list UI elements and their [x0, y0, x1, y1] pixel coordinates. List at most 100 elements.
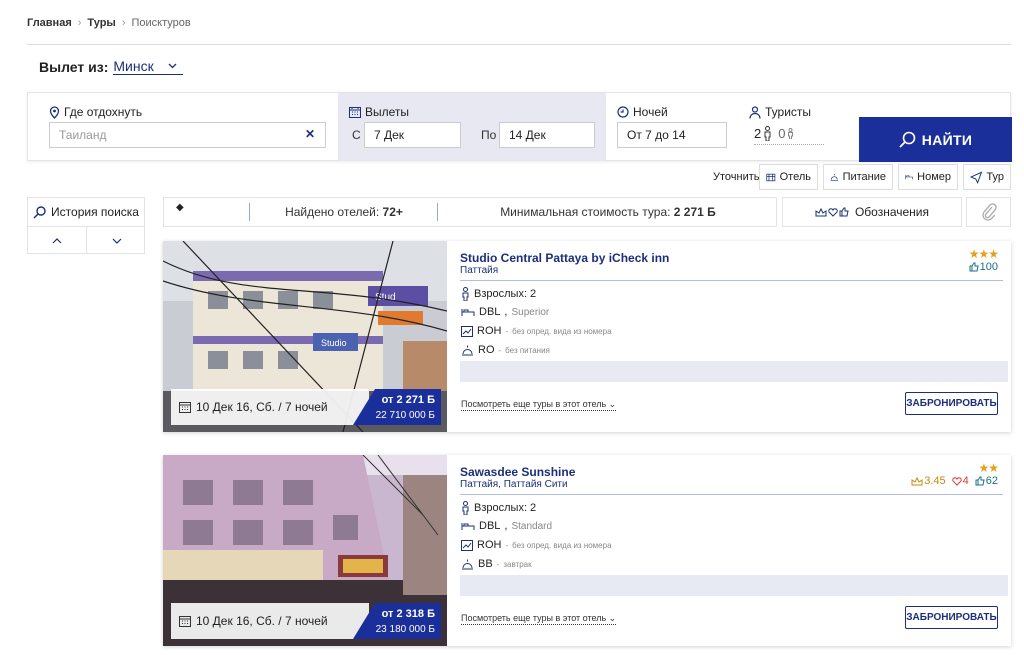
- hotel-location: Паттайя: [460, 265, 499, 276]
- chevron-right-icon: ›: [121, 17, 126, 29]
- refine-food-button[interactable]: Питание: [823, 164, 893, 190]
- more-tours-link[interactable]: Посмотреть еще туры в этот отель ⌄: [461, 399, 617, 411]
- bed-icon: [461, 523, 475, 530]
- find-label: НАЙТИ: [921, 131, 973, 148]
- search-icon: [33, 205, 46, 219]
- date-to-label: По: [481, 128, 497, 142]
- book-button[interactable]: ЗАБРОНИРОВАТЬ: [905, 392, 998, 415]
- view-note: без опред. вида из номера: [512, 540, 612, 550]
- date-from-value: 7 Дек: [374, 128, 405, 142]
- hotel-card: 10 Дек 16, Сб. / 7 ночей от 2 318 Б 23 1…: [163, 455, 1011, 646]
- stripe: [460, 575, 1008, 596]
- search-history-button[interactable]: История поиска: [28, 198, 144, 227]
- legend-button[interactable]: Обозначения: [782, 197, 962, 227]
- meal-note: без питания: [505, 345, 550, 355]
- hotel-photo[interactable]: 10 Дек 16, Сб. / 7 ночей от 2 318 Б 23 1…: [163, 455, 447, 646]
- clock-icon: [617, 106, 629, 118]
- meal-row: BB - завтрак: [461, 558, 532, 570]
- room-row: DBL, Standard: [461, 520, 552, 532]
- hotel-icon: [766, 173, 776, 181]
- results-stats-bar: ◆ Найдено отелей: 72+ Минимальная стоимо…: [163, 197, 777, 227]
- hotel-info: Studio Central Pattaya by iCheck inn Пат…: [460, 241, 1008, 432]
- price-old: 23 180 000 Б: [375, 624, 435, 635]
- nights-input[interactable]: От 7 до 14: [617, 122, 727, 148]
- refine-room-label: Номер: [917, 171, 951, 183]
- meal-dash: -: [496, 559, 500, 569]
- nights-label: Ночей: [633, 105, 668, 119]
- hotel-info: Sawasdee Sunshine Паттайя, Паттайя Сити …: [460, 455, 1008, 646]
- calendar-icon: [179, 402, 191, 413]
- crown-icon: [911, 476, 923, 485]
- chevron-down-icon: ⌄: [608, 613, 617, 623]
- meal-dash: -: [498, 345, 502, 355]
- chevron-down-icon: [112, 238, 121, 244]
- breadcrumb-tours[interactable]: Туры: [87, 17, 115, 29]
- clear-icon[interactable]: ✕: [305, 127, 315, 141]
- destination-input[interactable]: Таиланд ✕: [49, 122, 326, 148]
- price-value: от 2 271 Б: [381, 394, 435, 406]
- departure-label: Вылет из:: [39, 58, 109, 75]
- breadcrumb-home[interactable]: Главная: [27, 17, 72, 29]
- divider: [27, 44, 1011, 45]
- legend-icons: [815, 207, 849, 217]
- hotel-name[interactable]: Studio Central Pattaya by iCheck inn: [460, 251, 669, 265]
- view-dash: -: [505, 540, 509, 550]
- nights-section: Ночей От 7 до 14: [606, 93, 736, 161]
- divider: [460, 280, 1003, 281]
- refine-hotel-button[interactable]: Отель: [759, 164, 818, 190]
- view-row: ROH - без опред. вида из номера: [461, 325, 612, 337]
- nights-value: От 7 до 14: [627, 128, 686, 142]
- tourists-section: Туристы 2 0: [746, 93, 856, 161]
- meal-code: BB: [478, 558, 493, 570]
- view-code: ROH: [477, 539, 502, 551]
- date-to-input[interactable]: 14 Дек: [499, 122, 595, 148]
- departure-city-value: Минск: [113, 58, 154, 74]
- legend-label: Обозначения: [854, 205, 930, 219]
- flights-label: Вылеты: [365, 105, 410, 119]
- adults-count: 2: [754, 126, 762, 141]
- view-dash: -: [505, 326, 509, 336]
- hotel-photo[interactable]: Stud Studio 10 Дек 16, Сб. / 7 ночей от …: [163, 241, 447, 432]
- price-old: 22 710 000 Б: [375, 410, 435, 421]
- more-tours-link[interactable]: Посмотреть еще туры в этот отель ⌄: [461, 613, 617, 625]
- tour-date-text: 10 Дек 16, Сб. / 7 ночей: [196, 400, 328, 414]
- adult-icon: [764, 126, 771, 141]
- person-icon: [749, 105, 761, 119]
- location-pin-icon: [49, 105, 60, 119]
- departure-city-dropdown[interactable]: Минск: [113, 58, 183, 75]
- thumbs-up-icon: [969, 262, 979, 272]
- tourists-picker[interactable]: 2 0: [754, 126, 824, 145]
- crown-icon: [815, 207, 827, 216]
- min-price-label: Минимальная стоимость тура:: [500, 205, 671, 219]
- refine-tour-label: Тур: [986, 171, 1004, 183]
- min-price-value: 2 271 Б: [673, 205, 716, 219]
- destination-section: Где отдохнуть Таиланд ✕: [28, 93, 338, 161]
- paperclip-button[interactable]: [966, 197, 1011, 227]
- bullet-icon: ◆: [176, 202, 184, 213]
- date-from-input[interactable]: 7 Дек: [364, 122, 461, 148]
- refine-tour-button[interactable]: Тур: [963, 164, 1011, 190]
- history-down-button[interactable]: [87, 227, 146, 254]
- history-up-button[interactable]: [28, 227, 87, 254]
- calendar-icon: [349, 107, 361, 118]
- refine-room-button[interactable]: Номер: [898, 164, 958, 190]
- window-view-icon: [461, 539, 473, 551]
- book-button[interactable]: ЗАБРОНИРОВАТЬ: [905, 606, 998, 629]
- hotels-found: Найдено отелей: 72+: [250, 198, 438, 226]
- divider: [460, 494, 1003, 495]
- find-button[interactable]: НАЙТИ: [859, 117, 1012, 162]
- book-label: ЗАБРОНИРОВАТЬ: [906, 612, 997, 623]
- chevron-down-icon: ⌄: [608, 399, 617, 409]
- heart-rating: 4: [951, 475, 969, 487]
- reviews-value: 62: [985, 475, 998, 487]
- hotel-name[interactable]: Sawasdee Sunshine: [460, 465, 575, 479]
- hotel-ratings: 3.45 4 62: [911, 475, 998, 487]
- chevron-up-icon: [52, 237, 62, 243]
- room-code: DBL: [479, 306, 501, 318]
- view-row: ROH - без опред. вида из номера: [461, 539, 612, 551]
- heart-icon: [828, 207, 838, 217]
- room-type: Standard: [511, 520, 553, 532]
- meal-row: RO - без питания: [461, 344, 550, 356]
- more-tours-label: Посмотреть еще туры в этот отель: [461, 399, 607, 409]
- min-price: Минимальная стоимость тура: 2 271 Б: [438, 198, 778, 226]
